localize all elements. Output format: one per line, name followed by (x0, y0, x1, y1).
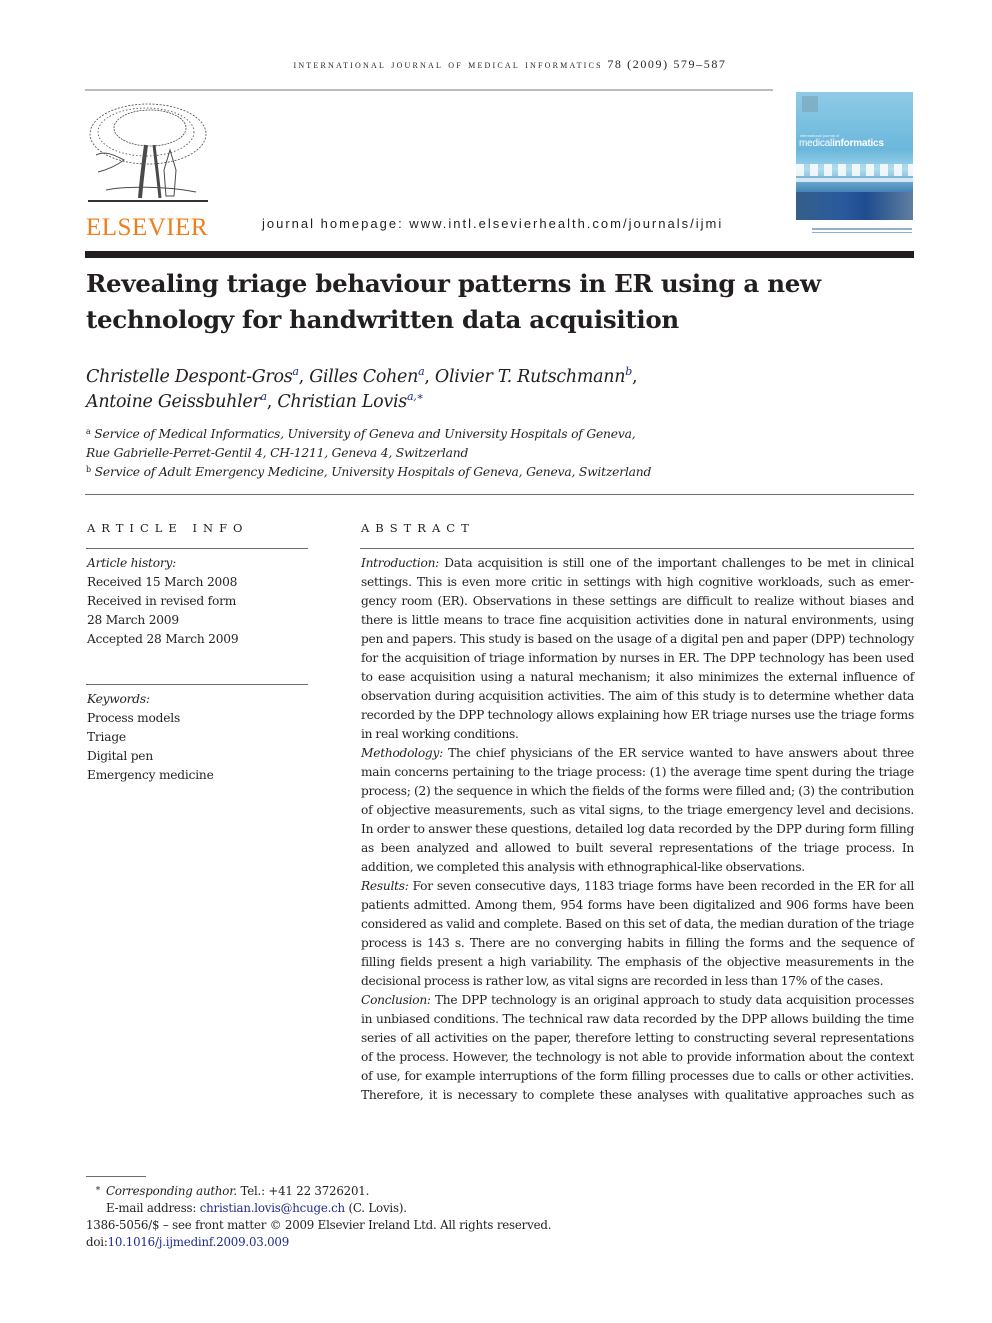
author-name[interactable]: Christian Lovis (277, 392, 407, 412)
email-link[interactable]: christian.lovis@hcuge.ch (200, 1201, 345, 1215)
cover-decoration (796, 178, 913, 182)
footnote-rule (86, 1176, 146, 1177)
abstract-section-text: The DPP technology is an original approa… (361, 993, 914, 1102)
author-name[interactable]: Antoine Geissbuhler (86, 392, 261, 412)
header-thick-rule (85, 251, 914, 258)
email-suffix: (C. Lovis). (344, 1201, 407, 1215)
abstract-section-text: Data acquisition is still one of the imp… (361, 556, 914, 741)
article-info-heading: article info (87, 521, 249, 535)
abstract-section-label: Methodology: (361, 746, 443, 760)
history-item: Received 15 March 2008 (87, 575, 238, 589)
article-title: Revealing triage behaviour patterns in E… (86, 266, 846, 338)
email-note: E-mail address: christian.lovis@hcuge.ch… (86, 1200, 686, 1217)
keywords: Keywords: Process models Triage Digital … (87, 690, 309, 785)
divider (86, 548, 308, 549)
abstract-paragraph: Methodology: The chief physicians of the… (361, 744, 914, 877)
author-affil-mark[interactable]: a,∗ (407, 390, 424, 403)
keyword: Emergency medicine (87, 768, 214, 782)
elsevier-tree-logo-icon (86, 100, 210, 212)
cover-decoration (796, 164, 913, 176)
abstract-section-label: Introduction: (361, 556, 440, 570)
journal-name: international journal of medical informa… (293, 57, 603, 71)
cover-title-light: medical (799, 138, 833, 149)
title-line: technology for handwritten data acquisit… (86, 305, 679, 334)
abstract-body: Introduction: Data acquisition is still … (361, 554, 914, 1105)
article-history: Article history: Received 15 March 2008 … (87, 554, 309, 649)
affil-mark: b (86, 465, 91, 474)
doi-link[interactable]: 10.1016/j.ijmedinf.2009.03.009 (108, 1235, 290, 1249)
elsevier-logo-text: ELSEVIER (86, 214, 209, 241)
separator: , (631, 367, 638, 387)
volume-info: 78 (2009) 579–587 (607, 57, 727, 71)
cover-title: medicalinformatics (799, 138, 884, 149)
author-name[interactable]: Gilles Cohen (309, 367, 418, 387)
cover-logo-icon (802, 96, 818, 112)
cover-photo (796, 192, 913, 220)
author-line: Christelle Despont-Grosa, Gilles Cohena,… (86, 365, 886, 390)
footnotes: * Corresponding author. Tel.: +41 22 3726… (86, 1183, 686, 1251)
history-item: Accepted 28 March 2009 (87, 632, 239, 646)
keyword: Triage (87, 730, 126, 744)
author-affil-mark[interactable]: b (625, 365, 632, 378)
journal-cover-image: international journal of medicalinformat… (796, 92, 913, 220)
author-list: Christelle Despont-Grosa, Gilles Cohena,… (86, 365, 886, 415)
journal-homepage-link[interactable]: journal homepage: www.intl.elsevierhealt… (262, 216, 723, 231)
keywords-label: Keywords: (87, 692, 150, 706)
affil-text: Service of Medical Informatics, Universi… (94, 427, 636, 441)
cover-title-bold: informatics (832, 138, 884, 149)
affiliation: a Service of Medical Informatics, Univer… (86, 425, 886, 444)
divider (360, 548, 914, 549)
abstract-heading: abstract (361, 521, 475, 535)
telephone: Tel.: +41 22 3726201. (236, 1184, 370, 1198)
author-name[interactable]: Christelle Despont-Gros (86, 367, 293, 387)
abstract-paragraph: Conclusion: The DPP technology is an ori… (361, 991, 914, 1105)
corresponding-label: Corresponding author. (106, 1184, 237, 1198)
corresponding-author-note: * Corresponding author. Tel.: +41 22 3726… (86, 1183, 686, 1200)
affiliations: a Service of Medical Informatics, Univer… (86, 425, 886, 482)
email-label: E-mail address: (106, 1201, 200, 1215)
affil-text: Service of Adult Emergency Medicine, Uni… (94, 465, 652, 479)
abstract-paragraph: Results: For seven consecutive days, 118… (361, 877, 914, 991)
history-item: 28 March 2009 (87, 613, 179, 627)
doi-label: doi: (86, 1235, 108, 1249)
doi-note: doi:10.1016/j.ijmedinf.2009.03.009 (86, 1234, 686, 1251)
author-line: Antoine Geissbuhlera, Christian Lovisa,∗ (86, 390, 886, 415)
title-line: Revealing triage behaviour patterns in E… (86, 269, 821, 298)
abstract-section-text: For seven consecutive days, 1183 triage … (361, 879, 914, 988)
history-label: Article history: (87, 556, 177, 570)
keyword: Digital pen (87, 749, 153, 763)
header-rule (85, 89, 773, 91)
footnote-mark: * (95, 1186, 101, 1196)
separator: , (298, 367, 310, 387)
section-divider (85, 494, 914, 495)
divider (86, 684, 308, 685)
history-item: Received in revised form (87, 594, 237, 608)
abstract-paragraph: Introduction: Data acquisition is still … (361, 554, 914, 744)
abstract-section-label: Conclusion: (361, 993, 431, 1007)
author-name[interactable]: Olivier T. Rutschmann (435, 367, 626, 387)
keyword: Process models (87, 711, 181, 725)
cover-caption (812, 228, 912, 234)
affil-mark: a (86, 427, 91, 436)
separator: , (424, 367, 435, 387)
abstract-section-text: The chief physicians of the ER service w… (361, 746, 914, 874)
abstract-section-label: Results: (361, 879, 409, 893)
affiliation-continued: Rue Gabrielle-Perret-Gentil 4, CH-1211, … (86, 446, 469, 460)
journal-running-head: international journal of medical informa… (250, 57, 770, 72)
affiliation: b Service of Adult Emergency Medicine, U… (86, 463, 886, 482)
separator: , (266, 392, 278, 412)
copyright-note: 1386-5056/$ – see front matter © 2009 El… (86, 1218, 552, 1232)
